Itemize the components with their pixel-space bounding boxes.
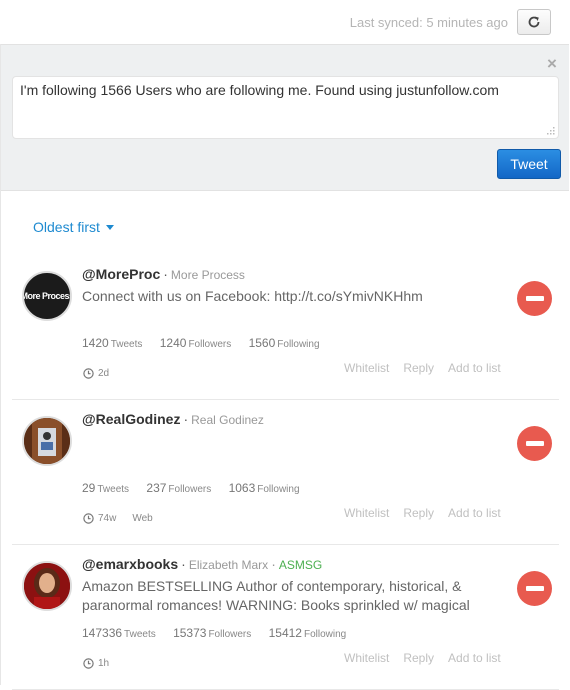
followers-count: 15373 bbox=[173, 626, 207, 640]
user-tag: ASMSG bbox=[278, 558, 323, 572]
reply-link[interactable]: Reply bbox=[403, 361, 434, 375]
last-synced-text: Last synced: 5 minutes ago bbox=[349, 15, 508, 30]
user-handle[interactable]: @MoreProc bbox=[82, 266, 160, 282]
sort-dropdown[interactable]: Oldest first bbox=[33, 219, 114, 235]
unfollow-button[interactable] bbox=[517, 571, 552, 606]
avatar-logo-text: More Process bbox=[22, 291, 72, 301]
tweets-count: 29 bbox=[82, 481, 96, 495]
caret-down-icon bbox=[105, 224, 114, 230]
user-bio: Connect with us on Facebook: http://t.co… bbox=[82, 288, 423, 304]
user-actions: Whitelist Reply Add to list bbox=[344, 361, 515, 375]
following-count: 1560 bbox=[248, 336, 276, 350]
followers-count: 237 bbox=[146, 481, 167, 495]
unfollow-button[interactable] bbox=[517, 281, 552, 316]
user-actions: Whitelist Reply Add to list bbox=[344, 506, 515, 520]
user-name: More Process bbox=[170, 268, 245, 282]
reply-link[interactable]: Reply bbox=[403, 651, 434, 665]
whitelist-link[interactable]: Whitelist bbox=[344, 361, 389, 375]
clock-icon bbox=[83, 658, 94, 669]
followers-count: 1240 bbox=[159, 336, 187, 350]
user-meta: 1h bbox=[83, 658, 109, 669]
refresh-icon bbox=[528, 16, 540, 28]
user-handle[interactable]: @emarxbooks bbox=[82, 556, 178, 572]
clock-icon bbox=[83, 368, 94, 379]
user-stats: 29 Tweets 237 Followers 1063 Following bbox=[82, 481, 300, 495]
tweet-textarea[interactable]: I'm following 1566 Users who are followi… bbox=[12, 76, 559, 139]
user-header: @MoreProc · More Process bbox=[82, 266, 245, 282]
reply-link[interactable]: Reply bbox=[403, 506, 434, 520]
compose-panel: × I'm following 1566 Users who are follo… bbox=[1, 44, 569, 191]
last-tweet-time: 74w bbox=[98, 513, 117, 524]
tweet-text: I'm following 1566 Users who are followi… bbox=[20, 82, 499, 98]
avatar[interactable] bbox=[22, 416, 72, 466]
avatar-image bbox=[24, 563, 70, 609]
user-stats: 1420 Tweets 1240 Followers 1560 Following bbox=[82, 336, 320, 350]
avatar-image bbox=[24, 418, 70, 464]
tweets-count: 1420 bbox=[82, 336, 109, 350]
following-count: 1063 bbox=[228, 481, 256, 495]
user-header: @RealGodinez · Real Godinez bbox=[82, 411, 264, 427]
user-meta: 2d bbox=[83, 368, 109, 379]
tweet-button[interactable]: Tweet bbox=[497, 149, 561, 179]
user-bio: Amazon BESTSELLING Author of contemporar… bbox=[82, 578, 470, 613]
user-meta: 74w Web bbox=[83, 513, 153, 524]
top-bar: Last synced: 5 minutes ago bbox=[0, 0, 570, 44]
minus-icon bbox=[525, 586, 544, 591]
last-tweet-time: 1h bbox=[98, 658, 110, 669]
user-handle[interactable]: @RealGodinez bbox=[82, 411, 180, 427]
user-actions: Whitelist Reply Add to list bbox=[344, 651, 515, 665]
minus-icon bbox=[525, 441, 544, 446]
add-to-list-link[interactable]: Add to list bbox=[448, 651, 501, 665]
minus-icon bbox=[525, 296, 544, 301]
refresh-button[interactable] bbox=[517, 9, 551, 35]
avatar[interactable] bbox=[22, 561, 72, 611]
following-count: 15412 bbox=[268, 626, 302, 640]
list-item: More Process @MoreProc · More Process Conn… bbox=[12, 254, 559, 400]
list-item: @emarxbooks · Elizabeth Marx · ASMSG Amazon … bbox=[12, 544, 559, 690]
last-tweet-time: 2d bbox=[98, 368, 110, 379]
clock-icon bbox=[83, 513, 94, 524]
sort-label: Oldest first bbox=[33, 219, 100, 235]
user-name: Elizabeth Marx bbox=[188, 558, 269, 572]
tweets-count: 147336 bbox=[82, 626, 123, 640]
unfollow-button[interactable] bbox=[517, 426, 552, 461]
list-item: @RealGodinez · Real Godinez 29 Tweets 237 Fo… bbox=[12, 399, 559, 545]
user-stats: 147336 Tweets 15373 Followers 15412 Followi… bbox=[82, 626, 347, 640]
add-to-list-link[interactable]: Add to list bbox=[448, 361, 501, 375]
user-name: Real Godinez bbox=[191, 413, 264, 427]
user-header: @emarxbooks · Elizabeth Marx · ASMSG bbox=[82, 556, 323, 572]
tweet-source: Web bbox=[132, 513, 153, 524]
resize-grip-icon[interactable] bbox=[545, 125, 555, 135]
add-to-list-link[interactable]: Add to list bbox=[448, 506, 501, 520]
avatar[interactable]: More Process bbox=[22, 271, 72, 321]
whitelist-link[interactable]: Whitelist bbox=[344, 651, 389, 665]
close-icon[interactable]: × bbox=[547, 55, 557, 72]
whitelist-link[interactable]: Whitelist bbox=[344, 506, 389, 520]
